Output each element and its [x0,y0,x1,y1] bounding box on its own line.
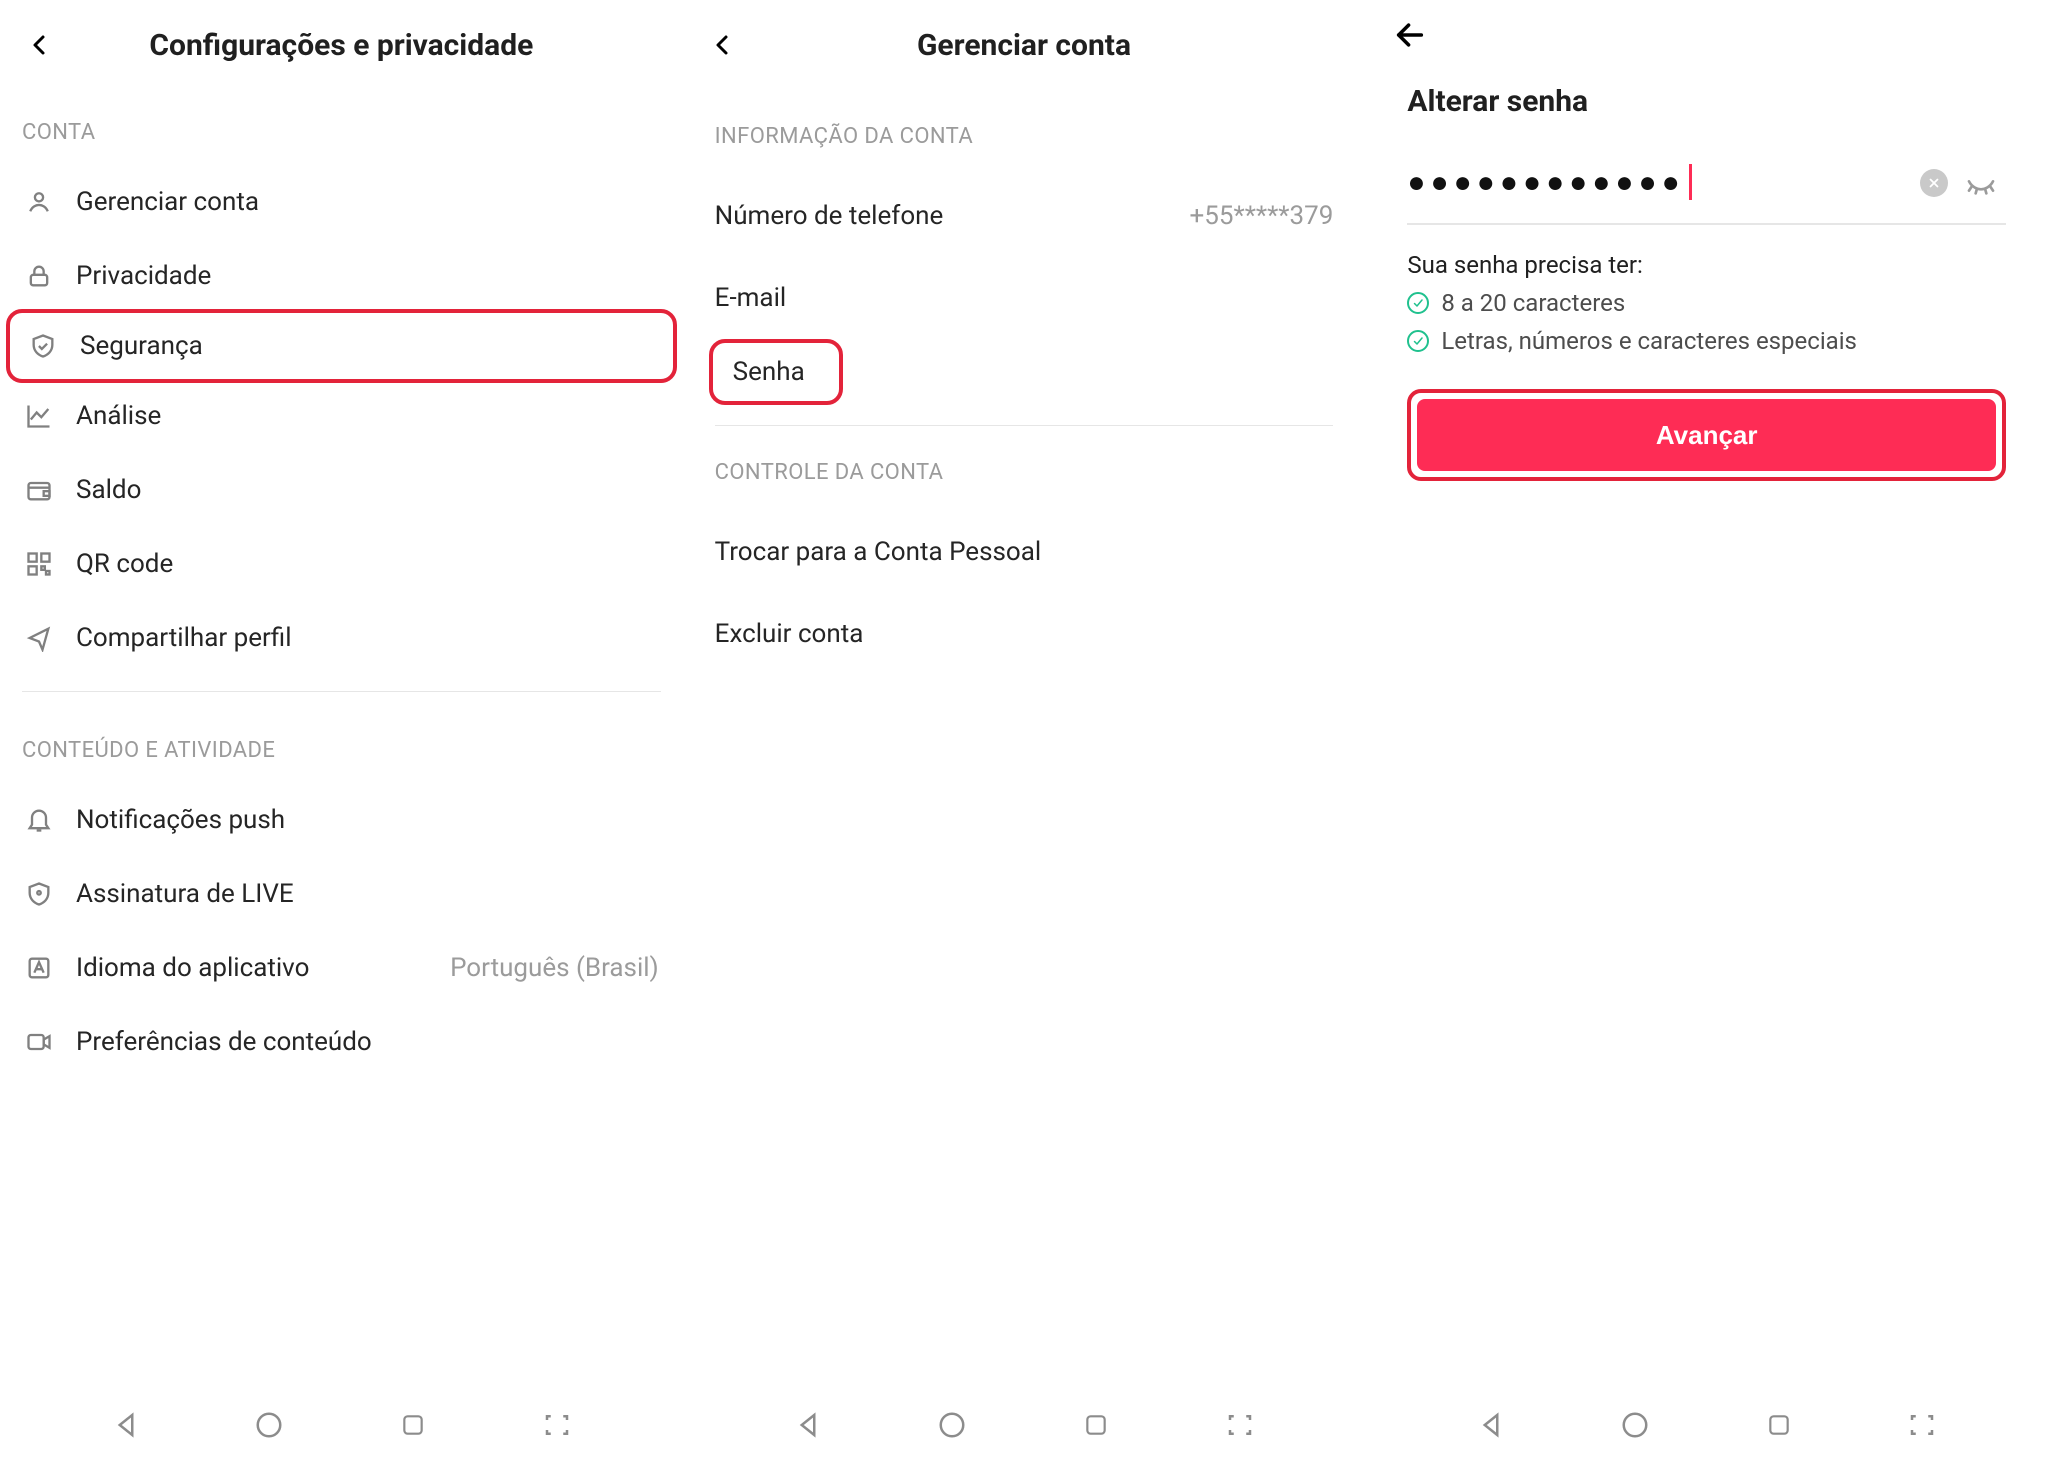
text-caret [1689,164,1692,200]
live-shield-icon [24,879,54,909]
arrow-left-icon [1393,18,1427,52]
menu-item-label: Preferências de conteúdo [76,1027,372,1057]
clear-input-button[interactable] [1920,169,1948,197]
menu-item-label: QR code [76,549,173,579]
menu-item-share-profile[interactable]: Compartilhar perfil [0,601,683,675]
menu-item-balance[interactable]: Saldo [0,453,683,527]
settings-panel: Configurações e privacidade CONTA Gerenc… [0,0,683,1464]
row-label: Trocar para a Conta Pessoal [715,537,1042,567]
requirements-title: Sua senha precisa ter: [1407,251,2006,279]
row-switch-personal[interactable]: Trocar para a Conta Pessoal [683,511,1366,593]
menu-item-label: Idioma do aplicativo [76,953,309,983]
row-label: Número de telefone [715,201,944,231]
nav-recent-button[interactable] [1761,1407,1797,1443]
check-icon [1407,330,1429,352]
nav-home-button[interactable] [251,1407,287,1443]
menu-item-value: Português (Brasil) [450,953,659,983]
qrcode-icon [24,549,54,579]
menu-item-security[interactable]: Segurança [6,309,677,383]
eye-closed-icon [1965,168,1997,200]
menu-item-label: Análise [76,401,161,431]
menu-item-analytics[interactable]: Análise [0,379,683,453]
advance-highlight: Avançar [1407,389,2006,481]
row-value: +55*****379 [1190,201,1334,231]
nav-screenshot-button[interactable] [1222,1407,1258,1443]
row-label: Excluir conta [715,619,864,649]
row-delete-account[interactable]: Excluir conta [683,593,1366,675]
menu-list-content: Notificações push Assinatura de LIVE Idi… [0,783,683,1079]
row-password[interactable]: Senha [709,339,843,405]
share-icon [24,623,54,653]
page-title: Alterar senha [1407,84,2006,119]
menu-item-label: Segurança [80,331,203,361]
nav-recent-button[interactable] [395,1407,431,1443]
password-input[interactable]: ●●●●●●●●●●●● [1407,163,2006,225]
language-icon [24,953,54,983]
menu-item-privacy[interactable]: Privacidade [0,239,683,313]
change-password-panel: Alterar senha ●●●●●●●●●●●● Sua senha pre… [1365,0,2048,1464]
bell-icon [24,805,54,835]
menu-item-push-notifications[interactable]: Notificações push [0,783,683,857]
divider [22,691,661,692]
menu-item-label: Compartilhar perfil [76,623,292,653]
close-icon [1927,176,1941,190]
nav-back-button[interactable] [790,1407,826,1443]
advance-button[interactable]: Avançar [1417,399,1996,471]
android-nav-bar [1365,1386,2048,1464]
page-title: Gerenciar conta [703,28,1346,63]
menu-item-app-language[interactable]: Idioma do aplicativo Português (Brasil) [0,931,683,1005]
menu-item-label: Privacidade [76,261,211,291]
menu-item-live-subscription[interactable]: Assinatura de LIVE [0,857,683,931]
menu-item-label: Saldo [76,475,141,505]
requirement-text: 8 a 20 caracteres [1441,289,1625,317]
toggle-visibility-button[interactable] [1964,167,1998,201]
wallet-icon [24,475,54,505]
nav-recent-button[interactable] [1078,1407,1114,1443]
row-label: Senha [733,357,805,387]
shield-icon [28,331,58,361]
android-nav-bar [683,1386,1366,1464]
header: Configurações e privacidade [0,0,683,90]
menu-item-manage-account[interactable]: Gerenciar conta [0,165,683,239]
lock-icon [24,261,54,291]
manage-account-panel: Gerenciar conta INFORMAÇÃO DA CONTA Núme… [683,0,1366,1464]
nav-back-button[interactable] [1473,1407,1509,1443]
back-button[interactable] [1365,0,2048,52]
check-icon [1407,292,1429,314]
nav-back-button[interactable] [108,1407,144,1443]
requirement-chars: Letras, números e caracteres especiais [1407,327,2006,355]
section-header-account: CONTA [0,90,683,165]
menu-item-label: Notificações push [76,805,285,835]
android-nav-bar [0,1386,683,1464]
section-header-account-control: CONTROLE DA CONTA [683,426,1366,511]
menu-item-content-preferences[interactable]: Preferências de conteúdo [0,1005,683,1079]
page-title: Configurações e privacidade [20,28,663,63]
section-header-account-info: INFORMAÇÃO DA CONTA [683,90,1366,175]
nav-screenshot-button[interactable] [539,1407,575,1443]
row-label: E-mail [715,283,787,313]
password-mask: ●●●●●●●●●●●● [1407,165,1684,200]
menu-item-label: Assinatura de LIVE [76,879,294,909]
video-icon [24,1027,54,1057]
section-header-content: CONTEÚDO E ATIVIDADE [0,708,683,783]
nav-home-button[interactable] [934,1407,970,1443]
menu-item-qrcode[interactable]: QR code [0,527,683,601]
requirement-length: 8 a 20 caracteres [1407,289,2006,317]
nav-home-button[interactable] [1617,1407,1653,1443]
user-icon [24,187,54,217]
requirement-text: Letras, números e caracteres especiais [1441,327,1857,355]
menu-list-account: Gerenciar conta Privacidade Segurança An… [0,165,683,675]
row-email[interactable]: E-mail [683,257,1366,339]
header: Gerenciar conta [683,0,1366,90]
menu-item-label: Gerenciar conta [76,187,259,217]
row-phone-number[interactable]: Número de telefone +55*****379 [683,175,1366,257]
chart-icon [24,401,54,431]
nav-screenshot-button[interactable] [1904,1407,1940,1443]
